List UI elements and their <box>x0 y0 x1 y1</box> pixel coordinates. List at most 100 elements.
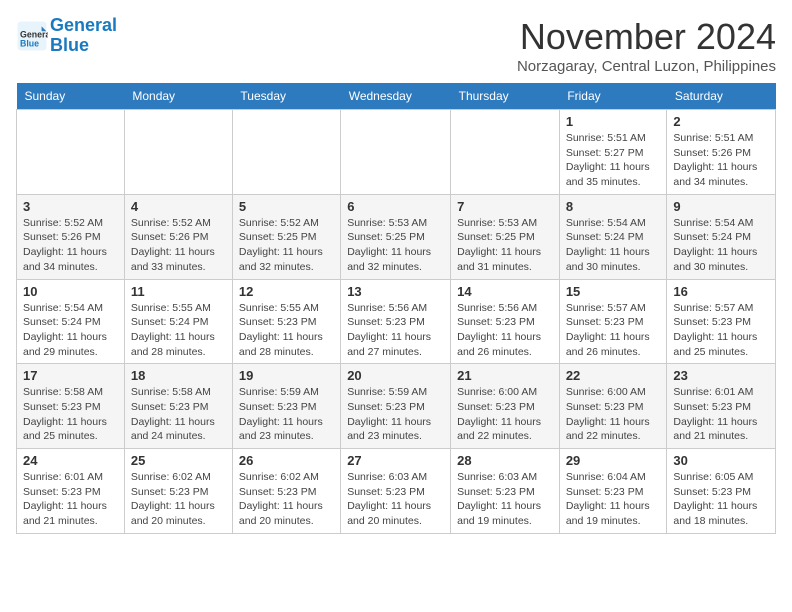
day-number: 23 <box>673 368 769 383</box>
day-number: 13 <box>347 284 444 299</box>
calendar-cell <box>451 110 560 195</box>
day-number: 16 <box>673 284 769 299</box>
calendar-cell <box>341 110 451 195</box>
day-info: Sunrise: 5:55 AM Sunset: 5:23 PM Dayligh… <box>239 301 334 360</box>
day-info: Sunrise: 6:00 AM Sunset: 5:23 PM Dayligh… <box>457 385 553 444</box>
logo: General Blue GeneralBlue <box>16 16 117 56</box>
calendar-cell: 7 Sunrise: 5:53 AM Sunset: 5:25 PM Daylig… <box>451 194 560 279</box>
day-number: 14 <box>457 284 553 299</box>
day-info: Sunrise: 5:52 AM Sunset: 5:26 PM Dayligh… <box>131 216 226 275</box>
day-info: Sunrise: 5:54 AM Sunset: 5:24 PM Dayligh… <box>673 216 769 275</box>
calendar-cell: 10 Sunrise: 5:54 AM Sunset: 5:24 PM Dayli… <box>17 279 125 364</box>
month-title: November 2024 <box>517 16 776 58</box>
day-info: Sunrise: 5:59 AM Sunset: 5:23 PM Dayligh… <box>347 385 444 444</box>
calendar-cell: 1Sunrise: 5:51 AM Sunset: 5:27 PM Daylig… <box>559 110 667 195</box>
day-info: Sunrise: 6:01 AM Sunset: 5:23 PM Dayligh… <box>23 470 118 529</box>
title-block: November 2024 Norzagaray, Central Luzon,… <box>517 16 776 75</box>
calendar-cell: 3 Sunrise: 5:52 AM Sunset: 5:26 PM Daylig… <box>17 194 125 279</box>
day-info: Sunrise: 6:01 AM Sunset: 5:23 PM Dayligh… <box>673 385 769 444</box>
day-info: Sunrise: 6:04 AM Sunset: 5:23 PM Dayligh… <box>566 470 661 529</box>
calendar-cell: 15 Sunrise: 5:57 AM Sunset: 5:23 PM Dayli… <box>559 279 667 364</box>
calendar-cell: 16 Sunrise: 5:57 AM Sunset: 5:23 PM Dayli… <box>667 279 776 364</box>
calendar-cell: 11Sunrise: 5:55 AM Sunset: 5:24 PM Dayli… <box>124 279 232 364</box>
day-info: Sunrise: 6:03 AM Sunset: 5:23 PM Dayligh… <box>347 470 444 529</box>
day-info: Sunrise: 6:00 AM Sunset: 5:23 PM Dayligh… <box>566 385 661 444</box>
calendar-cell <box>124 110 232 195</box>
calendar-cell: 2Sunrise: 5:51 AM Sunset: 5:26 PM Daylig… <box>667 110 776 195</box>
calendar-cell: 23 Sunrise: 6:01 AM Sunset: 5:23 PM Dayli… <box>667 364 776 449</box>
week-row-2: 10 Sunrise: 5:54 AM Sunset: 5:24 PM Dayli… <box>17 279 776 364</box>
logo-icon: General Blue <box>16 20 48 52</box>
calendar-cell: 25 Sunrise: 6:02 AM Sunset: 5:23 PM Dayli… <box>124 449 232 534</box>
week-row-3: 17 Sunrise: 5:58 AM Sunset: 5:23 PM Dayli… <box>17 364 776 449</box>
weekday-header-wednesday: Wednesday <box>341 83 451 110</box>
day-number: 24 <box>23 453 118 468</box>
day-info: Sunrise: 5:53 AM Sunset: 5:25 PM Dayligh… <box>457 216 553 275</box>
calendar-cell: 30 Sunrise: 6:05 AM Sunset: 5:23 PM Dayli… <box>667 449 776 534</box>
day-number: 10 <box>23 284 118 299</box>
day-info: Sunrise: 5:52 AM Sunset: 5:26 PM Dayligh… <box>23 216 118 275</box>
day-number: 12 <box>239 284 334 299</box>
calendar-cell: 5Sunrise: 5:52 AM Sunset: 5:25 PM Daylig… <box>232 194 340 279</box>
calendar-cell: 6Sunrise: 5:53 AM Sunset: 5:25 PM Daylig… <box>341 194 451 279</box>
day-info: Sunrise: 5:59 AM Sunset: 5:23 PM Dayligh… <box>239 385 334 444</box>
day-info: Sunrise: 6:03 AM Sunset: 5:23 PM Dayligh… <box>457 470 553 529</box>
calendar-cell: 12 Sunrise: 5:55 AM Sunset: 5:23 PM Dayli… <box>232 279 340 364</box>
day-number: 22 <box>566 368 661 383</box>
day-number: 15 <box>566 284 661 299</box>
day-number: 17 <box>23 368 118 383</box>
day-info: Sunrise: 5:58 AM Sunset: 5:23 PM Dayligh… <box>131 385 226 444</box>
day-info: Sunrise: 5:57 AM Sunset: 5:23 PM Dayligh… <box>566 301 661 360</box>
calendar-cell: 14 Sunrise: 5:56 AM Sunset: 5:23 PM Dayli… <box>451 279 560 364</box>
day-number: 25 <box>131 453 226 468</box>
calendar-cell: 9 Sunrise: 5:54 AM Sunset: 5:24 PM Daylig… <box>667 194 776 279</box>
day-number: 8 <box>566 199 661 214</box>
day-number: 21 <box>457 368 553 383</box>
day-number: 4 <box>131 199 226 214</box>
day-number: 28 <box>457 453 553 468</box>
day-info: Sunrise: 5:58 AM Sunset: 5:23 PM Dayligh… <box>23 385 118 444</box>
weekday-header-row: SundayMondayTuesdayWednesdayThursdayFrid… <box>17 83 776 110</box>
day-number: 11 <box>131 284 226 299</box>
day-info: Sunrise: 5:54 AM Sunset: 5:24 PM Dayligh… <box>566 216 661 275</box>
calendar-cell <box>232 110 340 195</box>
calendar-cell: 29 Sunrise: 6:04 AM Sunset: 5:23 PM Dayli… <box>559 449 667 534</box>
day-number: 19 <box>239 368 334 383</box>
calendar-cell: 20 Sunrise: 5:59 AM Sunset: 5:23 PM Dayli… <box>341 364 451 449</box>
day-number: 9 <box>673 199 769 214</box>
calendar: SundayMondayTuesdayWednesdayThursdayFrid… <box>16 83 776 534</box>
page-header: General Blue GeneralBlue November 2024 N… <box>16 16 776 75</box>
day-number: 18 <box>131 368 226 383</box>
day-info: Sunrise: 5:54 AM Sunset: 5:24 PM Dayligh… <box>23 301 118 360</box>
calendar-cell: 18 Sunrise: 5:58 AM Sunset: 5:23 PM Dayli… <box>124 364 232 449</box>
weekday-header-tuesday: Tuesday <box>232 83 340 110</box>
week-row-1: 3 Sunrise: 5:52 AM Sunset: 5:26 PM Daylig… <box>17 194 776 279</box>
weekday-header-monday: Monday <box>124 83 232 110</box>
day-info: Sunrise: 6:02 AM Sunset: 5:23 PM Dayligh… <box>131 470 226 529</box>
calendar-cell: 8 Sunrise: 5:54 AM Sunset: 5:24 PM Daylig… <box>559 194 667 279</box>
day-info: Sunrise: 5:57 AM Sunset: 5:23 PM Dayligh… <box>673 301 769 360</box>
svg-text:Blue: Blue <box>20 38 39 48</box>
weekday-header-sunday: Sunday <box>17 83 125 110</box>
day-number: 3 <box>23 199 118 214</box>
weekday-header-saturday: Saturday <box>667 83 776 110</box>
calendar-cell: 4 Sunrise: 5:52 AM Sunset: 5:26 PM Daylig… <box>124 194 232 279</box>
day-info: Sunrise: 6:05 AM Sunset: 5:23 PM Dayligh… <box>673 470 769 529</box>
day-number: 27 <box>347 453 444 468</box>
day-info: Sunrise: 5:56 AM Sunset: 5:23 PM Dayligh… <box>347 301 444 360</box>
day-number: 7 <box>457 199 553 214</box>
location: Norzagaray, Central Luzon, Philippines <box>517 58 776 75</box>
weekday-header-thursday: Thursday <box>451 83 560 110</box>
day-info: Sunrise: 5:53 AM Sunset: 5:25 PM Dayligh… <box>347 216 444 275</box>
day-info: Sunrise: 6:02 AM Sunset: 5:23 PM Dayligh… <box>239 470 334 529</box>
weekday-header-friday: Friday <box>559 83 667 110</box>
day-number: 30 <box>673 453 769 468</box>
calendar-cell: 24 Sunrise: 6:01 AM Sunset: 5:23 PM Dayli… <box>17 449 125 534</box>
calendar-cell <box>17 110 125 195</box>
calendar-cell: 19 Sunrise: 5:59 AM Sunset: 5:23 PM Dayli… <box>232 364 340 449</box>
week-row-4: 24 Sunrise: 6:01 AM Sunset: 5:23 PM Dayli… <box>17 449 776 534</box>
day-number: 29 <box>566 453 661 468</box>
calendar-cell: 21 Sunrise: 6:00 AM Sunset: 5:23 PM Dayli… <box>451 364 560 449</box>
day-info: Sunrise: 5:56 AM Sunset: 5:23 PM Dayligh… <box>457 301 553 360</box>
day-number: 20 <box>347 368 444 383</box>
